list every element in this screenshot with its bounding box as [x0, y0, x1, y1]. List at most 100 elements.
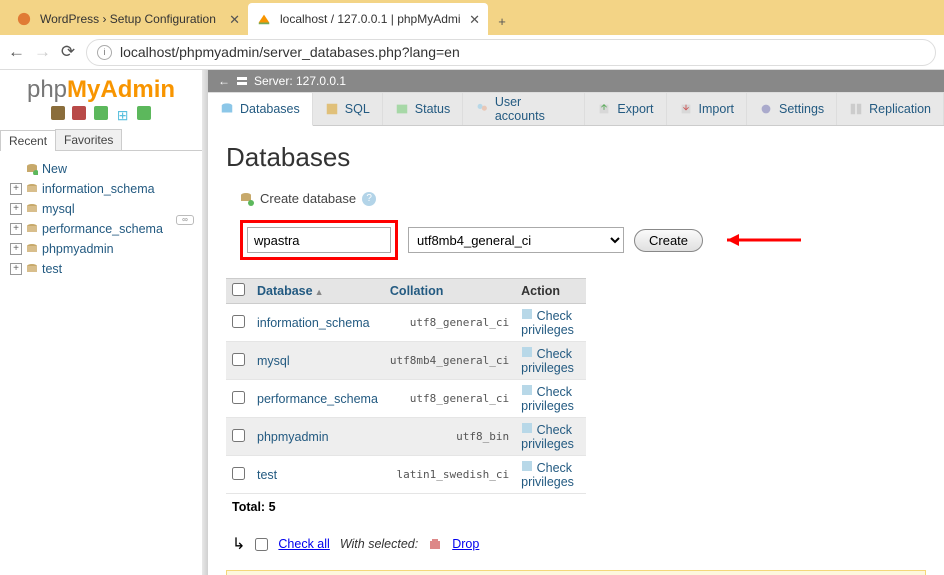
- favicon-pma: [256, 11, 272, 27]
- select-all-checkbox[interactable]: [232, 283, 245, 296]
- close-icon[interactable]: ✕: [469, 13, 480, 26]
- site-info-icon[interactable]: i: [97, 45, 112, 60]
- collation-cell: utf8mb4_general_ci: [384, 342, 515, 380]
- db-link[interactable]: test: [257, 468, 277, 482]
- gear-icon: [759, 102, 773, 116]
- page-title: Databases: [226, 142, 926, 173]
- db-link[interactable]: phpmyadmin: [257, 430, 329, 444]
- top-tabs: Databases SQL Status User accounts Expor…: [208, 92, 944, 126]
- breadcrumb-label: Server: 127.0.0.1: [254, 74, 346, 88]
- favicon-wordpress: [16, 11, 32, 27]
- privileges-icon: [521, 422, 533, 434]
- tab-status[interactable]: Status: [383, 92, 463, 125]
- row-checkbox[interactable]: [232, 429, 245, 442]
- browser-toolbar: ← → ⟳ i localhost/phpmyadmin/server_data…: [0, 35, 944, 70]
- tree-new-label[interactable]: New: [42, 162, 67, 176]
- db-link[interactable]: mysql: [257, 354, 290, 368]
- users-icon: [475, 102, 489, 116]
- table-row: mysql utf8mb4_general_ci Check privilege…: [226, 342, 586, 380]
- bulk-actions: ↳ Check all With selected: Drop: [232, 534, 926, 554]
- settings-icon[interactable]: [94, 106, 108, 120]
- highlight-annotation: [240, 220, 398, 260]
- expand-icon[interactable]: +: [10, 183, 22, 195]
- check-all-checkbox[interactable]: [255, 538, 268, 551]
- row-checkbox[interactable]: [232, 353, 245, 366]
- tree-db[interactable]: +performance_schema: [6, 219, 196, 239]
- browser-tab[interactable]: WordPress › Setup Configuration ✕: [8, 3, 248, 35]
- databases-table: Database▲ Collation Action information_s…: [226, 278, 586, 494]
- tree-db[interactable]: +test: [6, 259, 196, 279]
- row-checkbox[interactable]: [232, 467, 245, 480]
- db-icon: [26, 263, 38, 275]
- close-icon[interactable]: ✕: [229, 13, 240, 26]
- row-checkbox[interactable]: [232, 315, 245, 328]
- logout-icon[interactable]: [72, 106, 86, 120]
- db-name-input[interactable]: [247, 227, 391, 253]
- total-row: Total: 5: [226, 494, 926, 520]
- tree-db[interactable]: +mysql: [6, 199, 196, 219]
- tab-sql[interactable]: SQL: [313, 92, 383, 125]
- databases-icon: [220, 102, 234, 116]
- new-tab-button[interactable]: +: [488, 7, 516, 35]
- db-link[interactable]: performance_schema: [257, 392, 378, 406]
- collapse-sidebar-button[interactable]: ∞: [176, 215, 194, 225]
- reload-nav-icon[interactable]: [137, 106, 151, 120]
- logo[interactable]: phpMyAdmin: [0, 74, 202, 106]
- select-all-arrow-icon: ↳: [232, 534, 245, 554]
- tab-title: WordPress › Setup Configuration: [40, 12, 221, 26]
- expand-icon[interactable]: +: [10, 243, 22, 255]
- check-all-link[interactable]: Check all: [278, 537, 329, 551]
- tab-settings[interactable]: Settings: [747, 92, 837, 125]
- back-button[interactable]: ←: [8, 42, 24, 62]
- tab-databases[interactable]: Databases: [208, 92, 313, 126]
- tab-user-accounts[interactable]: User accounts: [463, 92, 585, 125]
- db-icon: [26, 203, 38, 215]
- expand-icon[interactable]: +: [10, 203, 22, 215]
- sql-icon: [325, 102, 339, 116]
- address-bar[interactable]: i localhost/phpmyadmin/server_databases.…: [86, 39, 936, 66]
- tab-replication[interactable]: Replication: [837, 92, 944, 125]
- home-icon[interactable]: [51, 106, 65, 120]
- help-icon[interactable]: ?: [362, 192, 376, 206]
- export-icon: [597, 102, 611, 116]
- db-icon: [26, 183, 38, 195]
- drop-icon: [428, 537, 442, 551]
- db-icon: [26, 223, 38, 235]
- tree-db[interactable]: +information_schema: [6, 179, 196, 199]
- status-icon: [395, 102, 409, 116]
- new-db-icon: [26, 163, 38, 175]
- collation-cell: utf8_general_ci: [384, 380, 515, 418]
- import-icon: [679, 102, 693, 116]
- breadcrumb: ← Server: 127.0.0.1: [208, 70, 944, 92]
- tab-import[interactable]: Import: [667, 92, 747, 125]
- tab-recent[interactable]: Recent: [0, 130, 56, 151]
- sidebar-quick-icons: ⊞: [0, 106, 202, 123]
- tree-db[interactable]: +phpmyadmin: [6, 239, 196, 259]
- tree-new[interactable]: . New: [6, 159, 196, 179]
- sidebar-tabs: Recent Favorites: [0, 129, 202, 151]
- col-database[interactable]: Database: [257, 284, 313, 298]
- browser-tab[interactable]: localhost / 127.0.0.1 | phpMyAdmin ✕: [248, 3, 488, 35]
- expand-icon[interactable]: +: [10, 223, 22, 235]
- server-icon: [236, 75, 248, 87]
- row-checkbox[interactable]: [232, 391, 245, 404]
- reload-button[interactable]: ⟳: [60, 42, 76, 62]
- db-icon: [26, 243, 38, 255]
- col-collation[interactable]: Collation: [390, 284, 443, 298]
- db-link[interactable]: information_schema: [257, 316, 370, 330]
- url: localhost/phpmyadmin/server_databases.ph…: [120, 44, 460, 60]
- table-row: performance_schema utf8_general_ci Check…: [226, 380, 586, 418]
- tab-export[interactable]: Export: [585, 92, 666, 125]
- table-row: test latin1_swedish_ci Check privileges: [226, 456, 586, 494]
- forward-button: →: [34, 42, 50, 62]
- docs-icon[interactable]: ⊞: [116, 107, 130, 121]
- drop-link[interactable]: Drop: [452, 537, 479, 551]
- expand-icon[interactable]: +: [10, 263, 22, 275]
- breadcrumb-back-icon[interactable]: ←: [218, 74, 230, 88]
- collation-select[interactable]: utf8mb4_general_ci: [408, 227, 624, 253]
- tab-favorites[interactable]: Favorites: [55, 129, 122, 150]
- arrow-annotation: [713, 228, 803, 252]
- create-button[interactable]: Create: [634, 229, 703, 252]
- privileges-icon: [521, 384, 533, 396]
- privileges-icon: [521, 308, 533, 320]
